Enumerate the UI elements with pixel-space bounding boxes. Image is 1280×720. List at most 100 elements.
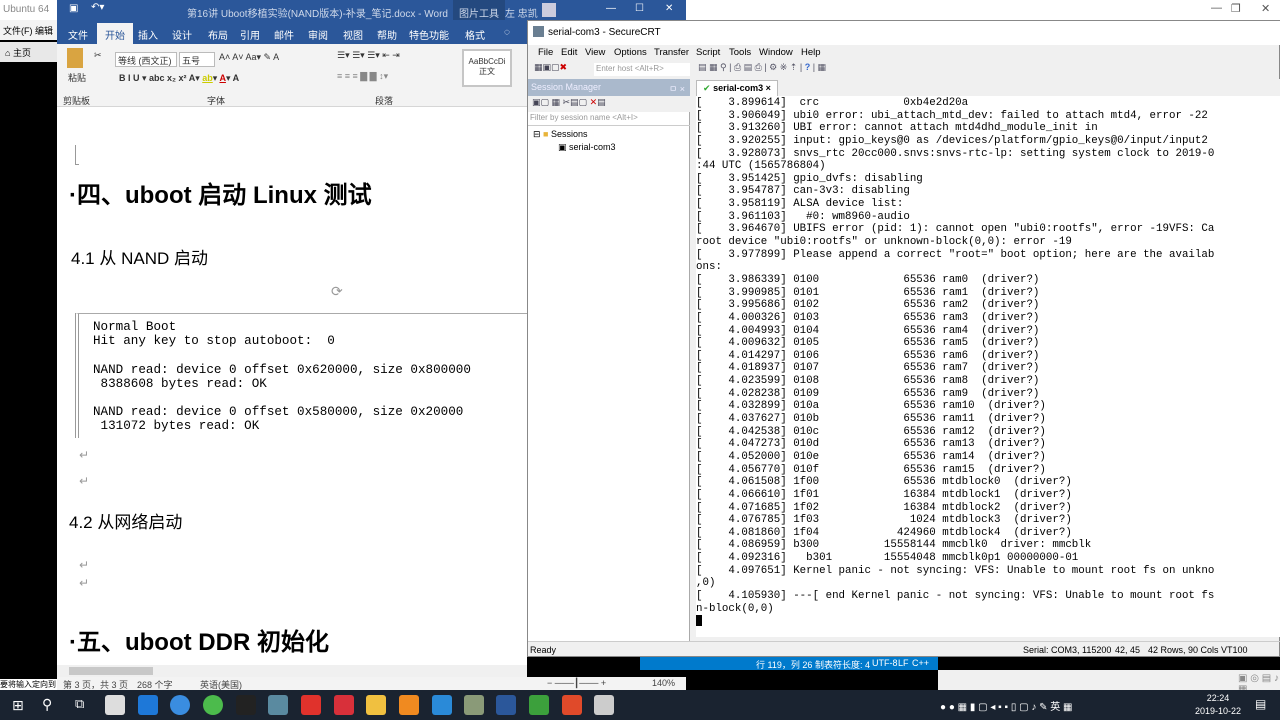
green-app-icon[interactable] (203, 695, 223, 715)
remote-app-icon[interactable] (432, 695, 452, 715)
minimize-icon[interactable]: — (1211, 2, 1222, 14)
terminal-line: [ 3.990985] 0101 65536 ram1 (driver?) (696, 286, 1040, 299)
tab-file[interactable]: 文件 (68, 27, 88, 42)
tab-serial-com3[interactable]: ✔ serial-com3 × (696, 80, 778, 96)
clipboard-group-label: 剪贴板 (63, 96, 91, 106)
toolbar-icons[interactable]: ▤ ▦ ⚲ | ⎙ ▤ ⎙ | ⚙ ※ ⇡ | ? | ▦ (698, 62, 826, 73)
search-icon[interactable]: ⚲ (42, 696, 52, 713)
menu-script[interactable]: Script (696, 47, 720, 58)
list-icons[interactable]: ☰▾ ☰▾ ☰▾ ⇤ ⇥ (337, 50, 400, 61)
netease-music-icon[interactable] (301, 695, 321, 715)
session-toolbar[interactable]: ▣▢ ▦ ✂▤▢ ✕▤ (528, 96, 690, 112)
keyboard-icon[interactable]: ▦ (1063, 702, 1072, 713)
vm-menu[interactable]: 文件(F) 编辑 (0, 20, 60, 40)
tab-review[interactable]: 审阅 (308, 27, 328, 42)
red-c-app-icon[interactable] (562, 695, 582, 715)
document-title: 第16讲 Uboot移植实验(NAND版本)-补录_笔记.docx - Word (187, 9, 448, 20)
menu-window[interactable]: Window (759, 47, 793, 58)
tab-references[interactable]: 引用 (240, 27, 260, 42)
zoom-slider[interactable]: − ───┃─── + (547, 678, 606, 689)
tab-size[interactable]: 制表符长度: 4 (815, 658, 870, 671)
clock-date: 2019-10-22 (1195, 706, 1242, 716)
paste-icon[interactable] (67, 48, 83, 68)
encoding[interactable]: UTF-8 (872, 658, 898, 668)
font-grow-icons[interactable]: A˄ A˅ Aa▾ ✎ A (219, 52, 279, 63)
tab-format[interactable]: 格式 (465, 27, 485, 42)
tab-insert[interactable]: 插入 (138, 27, 158, 42)
menu-file[interactable]: File (538, 47, 553, 58)
green-c-app-icon[interactable] (529, 695, 549, 715)
tree-session-serial-com3[interactable]: ▣ serial-com3 (558, 142, 616, 153)
rotate-handle-icon[interactable]: ⟳ (331, 283, 343, 300)
menu-edit[interactable]: Edit (561, 47, 577, 58)
tab-features[interactable]: 特色功能 (409, 27, 449, 42)
status-size: 42 Rows, 90 Cols (1148, 645, 1219, 655)
restore-icon[interactable]: ❐ (1231, 2, 1241, 15)
terminal-line: [ 4.004993] 0104 65536 ram4 (driver?) (696, 324, 1040, 337)
menu-options[interactable]: Options (614, 47, 647, 58)
edge-icon[interactable] (138, 695, 158, 715)
camera-app-icon[interactable] (105, 695, 125, 715)
connect-icons[interactable]: ▦▣▢✖ (534, 62, 567, 73)
word-taskbar-icon[interactable] (496, 695, 516, 715)
clock[interactable]: 22:24 2019-10-22 (1195, 692, 1241, 718)
securecrt-taskbar-icon[interactable] (464, 695, 484, 715)
font-size-select[interactable]: 五号 (179, 52, 215, 67)
ime-indicator[interactable]: 英 (1050, 702, 1060, 713)
notifications-icon[interactable]: ▤ (1255, 697, 1266, 711)
securecrt-window: serial-com3 - SecureCRT File Edit View O… (527, 20, 1280, 657)
file-explorer-icon[interactable] (366, 695, 386, 715)
tab-home[interactable]: 开始 (97, 23, 133, 44)
close-icon[interactable]: ✕ (665, 3, 673, 14)
menu-transfer[interactable]: Transfer (654, 47, 689, 58)
tab-layout[interactable]: 布局 (208, 27, 228, 42)
undo-icon[interactable]: ↶▾ (91, 2, 104, 13)
system-tray[interactable]: ● ● ▦ ▮ ▢ ◂ ▪ ▪ ▯ ▢ ♪ ✎ 英 ▦ (940, 698, 1073, 713)
red-app-icon[interactable] (334, 695, 354, 715)
cursor-position[interactable]: 行 119，列 26 (756, 658, 812, 671)
cut-icon[interactable]: ✂ (94, 50, 102, 61)
host-input[interactable]: Enter host <Alt+R> (594, 63, 690, 76)
browser-icon[interactable] (170, 695, 190, 715)
zoom-level[interactable]: 140% (652, 678, 675, 688)
vm-home-tab[interactable]: ⌂ 主页 (0, 42, 60, 62)
close-icon[interactable]: ✕ (1261, 2, 1270, 15)
save-icon[interactable]: ▣ (69, 3, 78, 14)
close-tab-icon[interactable]: × (766, 83, 771, 93)
font-name-select[interactable]: 等线 (西文正) (115, 52, 177, 67)
language-mode[interactable]: C++ (912, 658, 929, 668)
tab-help[interactable]: 帮助 (377, 27, 397, 42)
close-icon[interactable]: ㅁ × (669, 82, 685, 95)
vm-hint: 要将输入定向到 (0, 679, 60, 690)
qq-icon[interactable] (236, 695, 256, 715)
terminal[interactable]: [ 3.899614] crc 0xb4e2d20a[ 3.906049] ub… (696, 96, 1280, 637)
line-ending[interactable]: LF (898, 658, 909, 668)
menu-view[interactable]: View (585, 47, 605, 58)
task-view-icon[interactable]: ⧉ (75, 696, 84, 712)
format-icons[interactable]: B I U ▾ abc x₂ x² A▾ ab▾ A▾ A (119, 73, 239, 84)
tab-design[interactable]: 设计 (172, 27, 192, 42)
image-app-icon[interactable] (268, 695, 288, 715)
horizontal-scrollbar[interactable] (57, 665, 527, 677)
avatar[interactable] (542, 3, 556, 17)
tab-view[interactable]: 视图 (343, 27, 363, 42)
paste-button[interactable]: 粘贴 (68, 71, 86, 84)
align-icons[interactable]: ≡ ≡ ≡ ▇ ▇ ↕▾ (337, 71, 388, 82)
maximize-icon[interactable]: ☐ (635, 3, 644, 14)
code-textbox[interactable]: Normal Boot Hit any key to stop autoboot:… (75, 313, 527, 438)
orange-app-icon[interactable] (399, 695, 419, 715)
tab-mailings[interactable]: 邮件 (274, 27, 294, 42)
terminal-line: [ 3.920255] input: gpio_keys@0 as /devic… (696, 134, 1208, 147)
menu-tools[interactable]: Tools (729, 47, 751, 58)
style-normal[interactable]: AaBbCcDi 正文 (462, 49, 512, 87)
tree-sessions[interactable]: ⊟ ■ Sessions (533, 129, 588, 140)
calculator-icon[interactable] (594, 695, 614, 715)
start-icon[interactable]: ⊞ (12, 697, 24, 714)
toolbar: ▦▣▢✖ Enter host <Alt+R> ▤ ▦ ⚲ | ⎙ ▤ ⎙ | … (528, 61, 1280, 78)
session-filter-input[interactable]: Filter by session name <Alt+I> (528, 112, 690, 126)
terminal-line: [ 4.071685] 1f02 16384 mtdblock2 (driver… (696, 501, 1072, 514)
lightbulb-icon[interactable]: ◌ (504, 27, 510, 38)
menu-help[interactable]: Help (801, 47, 821, 58)
word-status-bar: 第 3 页，共 3 页 268 个字 英语(美国) − ───┃─── + 14… (57, 677, 686, 690)
minimize-icon[interactable]: — (606, 3, 616, 14)
